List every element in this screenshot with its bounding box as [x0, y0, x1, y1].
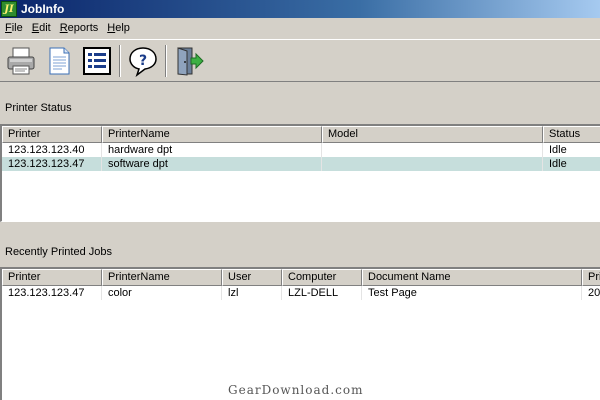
list-button[interactable]	[78, 42, 116, 80]
menu-edit[interactable]: Edit	[29, 22, 54, 34]
title-bar[interactable]: JI JobInfo	[0, 0, 600, 18]
column-printer[interactable]: Printer	[2, 126, 102, 143]
cell-user: lzl	[222, 286, 282, 300]
printer-status-list[interactable]: Printer PrinterName Model Status 123.123…	[0, 124, 600, 222]
window-title: JobInfo	[21, 2, 65, 16]
recent-jobs-header: Printer PrinterName User Computer Docume…	[2, 269, 600, 286]
column-priority[interactable]: Pri	[582, 269, 600, 286]
toolbar: ?	[0, 39, 600, 82]
document-icon	[49, 47, 70, 74]
cell-model	[322, 143, 543, 157]
cell-printer: 123.123.123.40	[2, 143, 102, 157]
watermark: GearDownload.com	[228, 383, 364, 397]
app-icon: JI	[1, 1, 17, 17]
printer-icon	[7, 47, 35, 74]
recent-jobs-label: Recently Printed Jobs	[5, 246, 112, 258]
list-icon	[83, 46, 111, 75]
printer-status-label: Printer Status	[5, 102, 72, 114]
cell-printer-name: color	[102, 286, 222, 300]
column-status[interactable]: Status	[543, 126, 600, 143]
toolbar-separator	[165, 44, 167, 77]
cell-document-name: Test Page	[362, 286, 582, 300]
column-document-name[interactable]: Document Name	[362, 269, 582, 286]
table-row[interactable]: 123.123.123.40 hardware dpt Idle	[2, 143, 600, 157]
menu-file[interactable]: File	[2, 22, 26, 34]
svg-text:?: ?	[139, 53, 147, 69]
help-button[interactable]: ?	[124, 42, 162, 80]
cell-printer-name: software dpt	[102, 157, 322, 171]
cell-printer-name: hardware dpt	[102, 143, 322, 157]
column-printer-name[interactable]: PrinterName	[102, 126, 322, 143]
cell-status: Idle	[543, 157, 600, 171]
column-model[interactable]: Model	[322, 126, 543, 143]
table-row[interactable]: 123.123.123.47 color lzl LZL-DELL Test P…	[2, 286, 600, 300]
printer-status-header: Printer PrinterName Model Status	[2, 126, 600, 143]
toolbar-separator	[119, 44, 121, 77]
menu-help[interactable]: Help	[104, 22, 133, 34]
column-printer[interactable]: Printer	[2, 269, 102, 286]
column-computer[interactable]: Computer	[282, 269, 362, 286]
cell-printer: 123.123.123.47	[2, 157, 102, 171]
exit-icon	[177, 46, 204, 76]
menu-reports[interactable]: Reports	[57, 22, 102, 34]
menu-bar: File Edit Reports Help	[0, 18, 600, 38]
table-row[interactable]: 123.123.123.47 software dpt Idle	[2, 157, 600, 171]
exit-button[interactable]	[170, 42, 208, 80]
help-icon: ?	[129, 46, 157, 77]
print-button[interactable]	[2, 42, 40, 80]
cell-model	[322, 157, 543, 171]
cell-printer: 123.123.123.47	[2, 286, 102, 300]
cell-priority: 20	[582, 286, 600, 300]
cell-computer: LZL-DELL	[282, 286, 362, 300]
column-printer-name[interactable]: PrinterName	[102, 269, 222, 286]
document-button[interactable]	[40, 42, 78, 80]
cell-status: Idle	[543, 143, 600, 157]
recent-jobs-list[interactable]: Printer PrinterName User Computer Docume…	[0, 267, 600, 400]
column-user[interactable]: User	[222, 269, 282, 286]
